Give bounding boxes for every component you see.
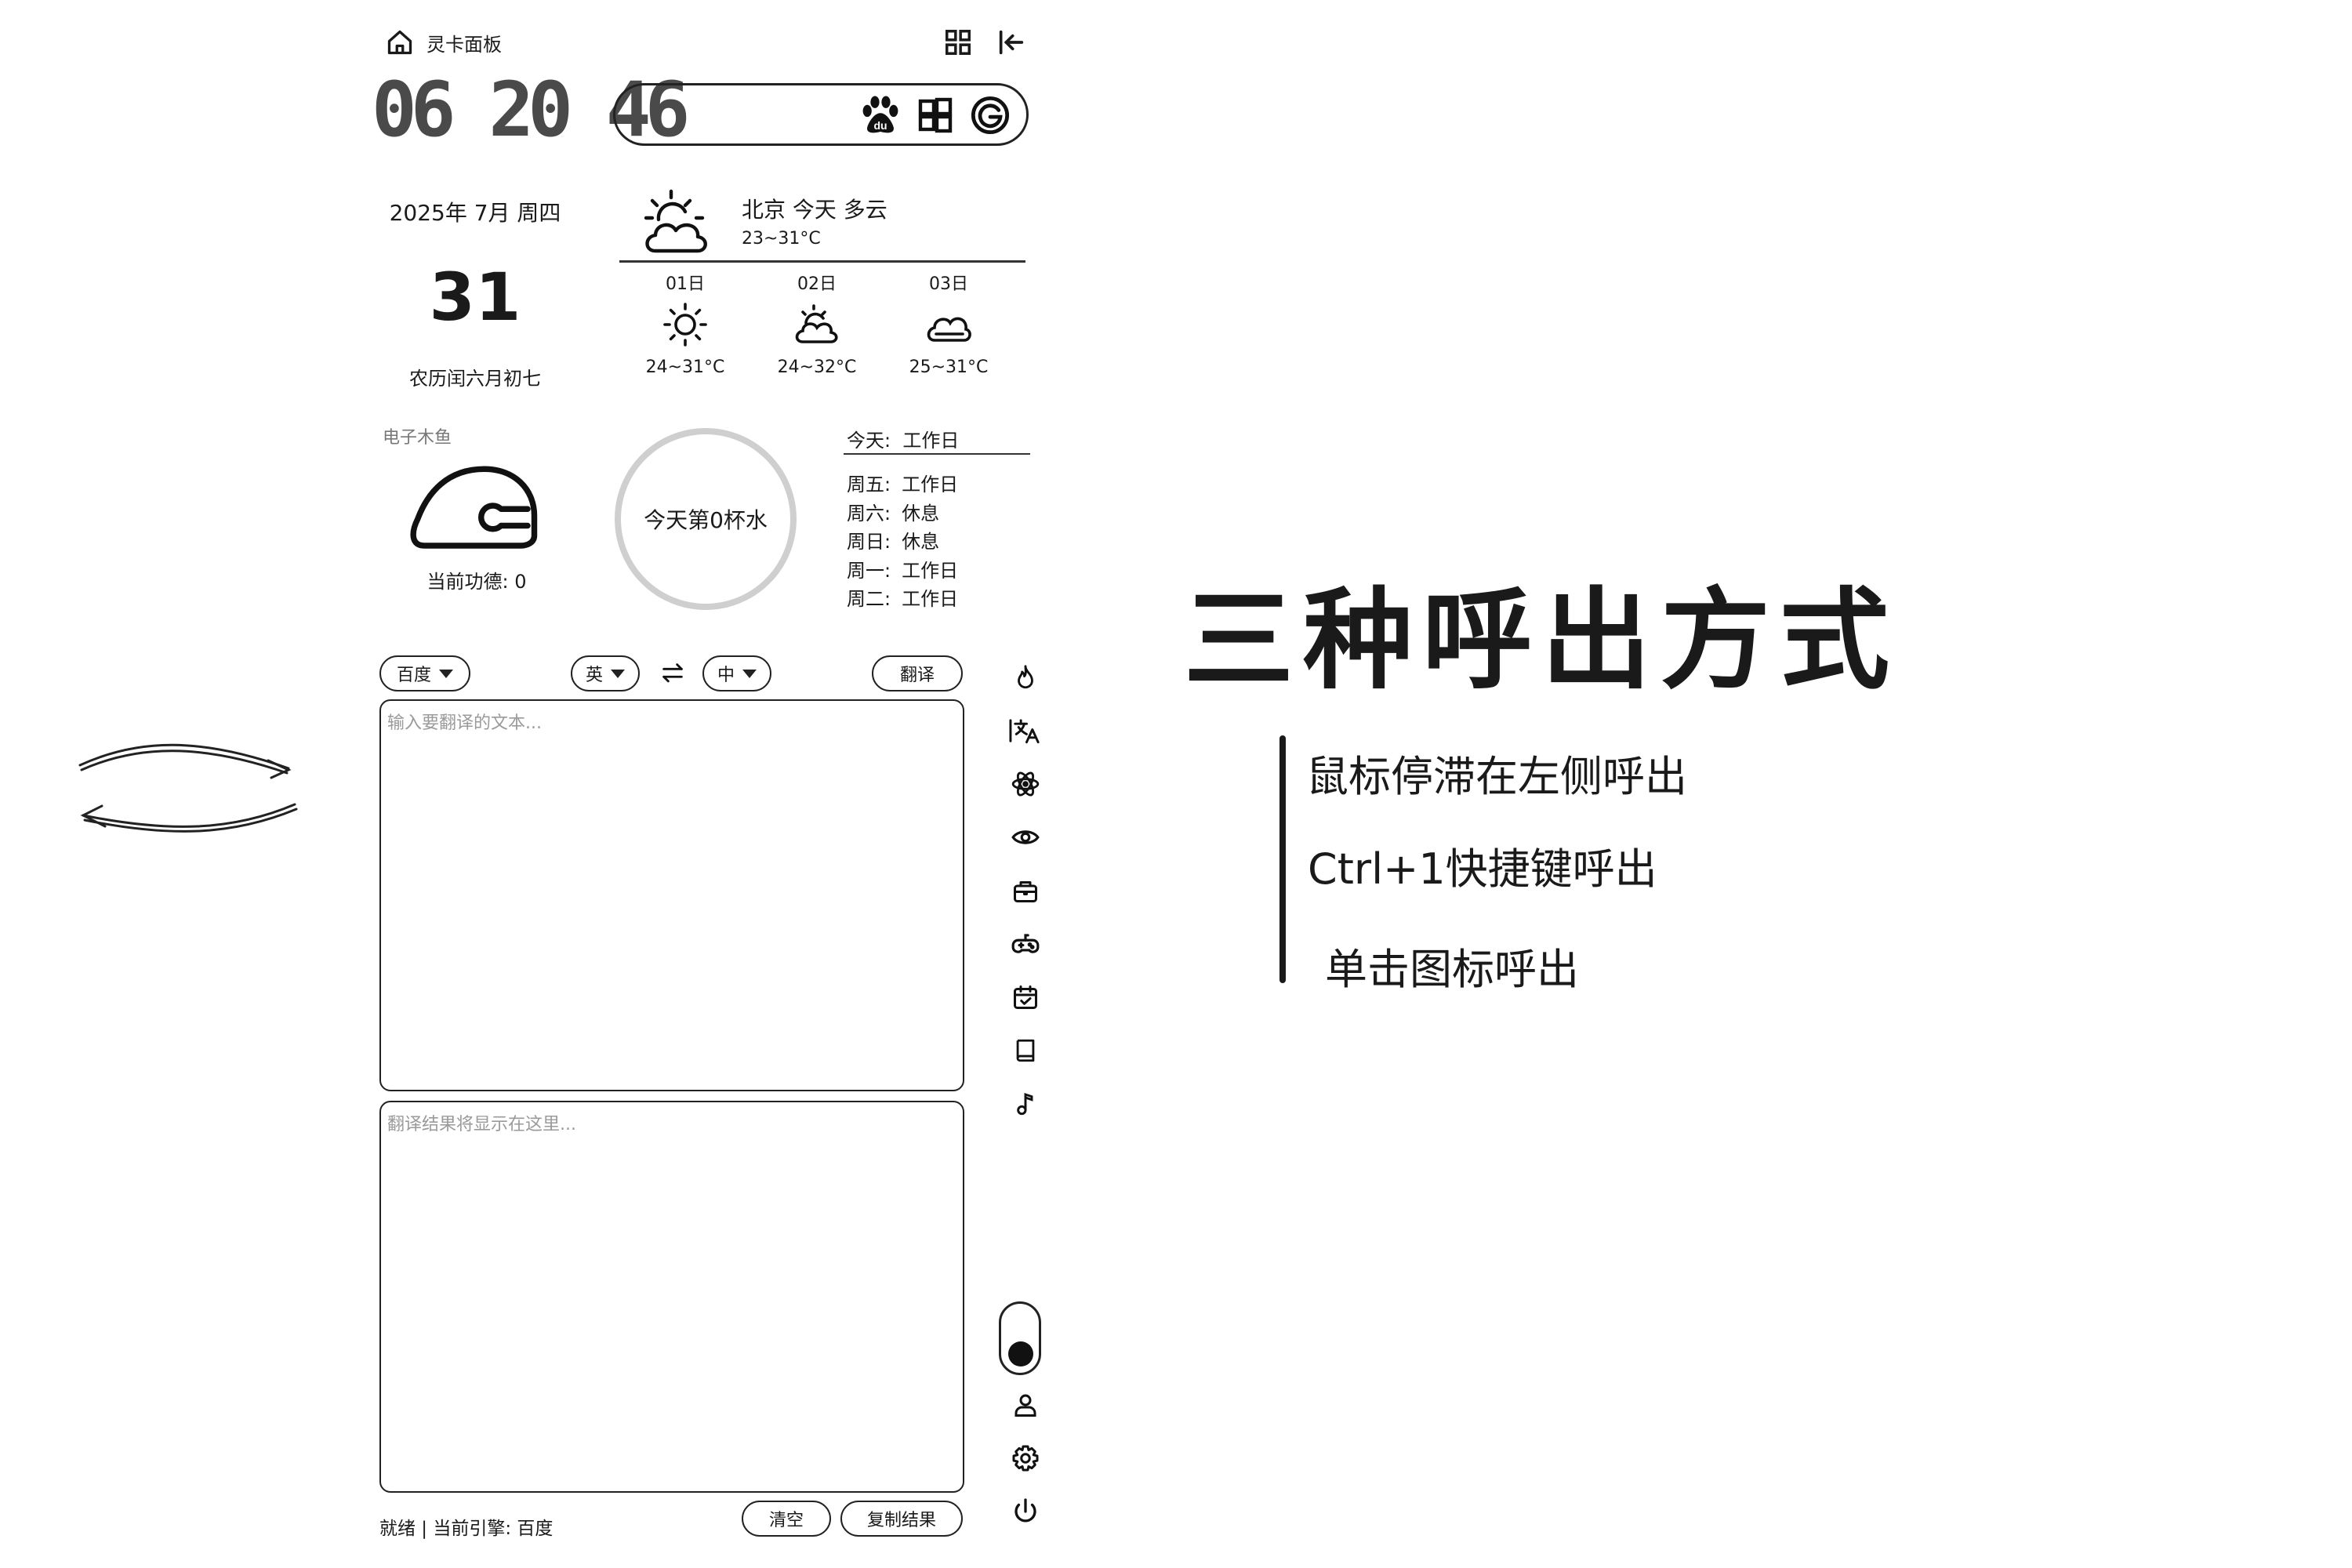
workday-status: 工作日 — [902, 474, 959, 495]
forecast-day: 01日 24~31°C — [638, 270, 732, 377]
translate-input[interactable]: 输入要翻译的文本... — [379, 699, 964, 1091]
annotation-item: 单击图标呼出 — [1325, 945, 1579, 994]
workday-list: 周五: 工作日 周六: 休息 周日: 休息 周一: 工作日 周二: 工作日 — [847, 470, 958, 614]
settings-icon[interactable] — [1004, 1436, 1047, 1480]
fire-icon[interactable] — [1004, 655, 1047, 699]
engine-select-label: 百度 — [396, 666, 431, 685]
app-title-row: 灵卡面板 — [383, 25, 502, 60]
translate-icon[interactable] — [1004, 709, 1047, 753]
day-of-month: 31 — [429, 259, 521, 336]
workday-status: 工作日 — [902, 559, 959, 582]
copy-result-button-label: 复制结果 — [866, 1511, 936, 1530]
engine-select[interactable]: 百度 — [379, 655, 470, 691]
calendar-check-icon[interactable] — [1004, 975, 1047, 1019]
date-line: 2025年 7月 周四 — [389, 200, 561, 226]
gamepad-icon[interactable] — [1004, 922, 1047, 966]
collapse-left-icon[interactable] — [994, 25, 1029, 60]
search-engine-list: du — [858, 93, 1012, 137]
water-counter-label: 今天第0杯水 — [644, 507, 768, 533]
power-icon[interactable] — [1004, 1490, 1047, 1534]
clear-button-label: 清空 — [768, 1511, 804, 1530]
forecast-date: 03日 — [929, 274, 968, 294]
double-arrow-icon — [75, 729, 310, 850]
wooden-fish-icon[interactable] — [408, 455, 541, 560]
today-workday: 今天: 工作日 — [847, 425, 959, 452]
sunny-icon — [638, 301, 732, 353]
target-language-label: 中 — [717, 666, 735, 685]
svg-text:du: du — [873, 119, 887, 132]
google-icon[interactable] — [968, 93, 1012, 137]
workday-day: 周六: — [847, 502, 891, 524]
annotation-title: 三种呼出方式 — [1184, 577, 1900, 705]
annotation-item: 鼠标停滞在左侧呼出 — [1306, 752, 1687, 801]
forecast-temp: 24~31°C — [645, 358, 725, 377]
workday-row: 周日: 休息 — [847, 528, 958, 557]
translate-button[interactable]: 翻译 — [872, 655, 963, 691]
workday-row: 周一: 工作日 — [847, 557, 958, 586]
workday-status: 休息 — [902, 531, 940, 553]
user-icon[interactable] — [1004, 1383, 1047, 1427]
forecast-date: 02日 — [797, 274, 837, 294]
home-icon[interactable] — [383, 25, 417, 60]
workday-row: 周五: 工作日 — [847, 470, 958, 499]
weather-city-line: 北京 今天 多云 — [742, 197, 887, 223]
chevron-down-icon — [439, 669, 453, 678]
forecast-day: 02日 24~32°C — [770, 270, 864, 377]
clear-button[interactable]: 清空 — [742, 1501, 831, 1537]
forecast-date: 01日 — [666, 274, 705, 294]
today-status: 工作日 — [902, 430, 960, 452]
search-input[interactable]: du — [613, 83, 1029, 146]
weather-divider — [619, 260, 1025, 263]
workday-day: 周二: — [847, 588, 891, 610]
lunar-date: 农历闰六月初七 — [409, 368, 541, 390]
swap-icon[interactable] — [655, 655, 690, 691]
muyu-label: 电子木鱼 — [383, 428, 452, 448]
annotation-item: Ctrl+1快捷键呼出 — [1308, 844, 1657, 894]
music-icon[interactable] — [1004, 1082, 1047, 1126]
toolbox-icon[interactable] — [1004, 869, 1047, 913]
copy-result-button[interactable]: 复制结果 — [840, 1501, 963, 1537]
workday-row: 周六: 休息 — [847, 499, 958, 528]
toggle-knob — [1008, 1341, 1033, 1367]
grid-icon[interactable] — [941, 25, 975, 60]
app-title: 灵卡面板 — [426, 33, 502, 56]
source-language-label: 英 — [585, 666, 603, 685]
dark-mode-toggle[interactable] — [999, 1301, 1041, 1375]
status-text: 就绪 | 当前引擎: 百度 — [379, 1519, 554, 1539]
annotation-bar — [1279, 735, 1286, 983]
today-label: 今天: — [847, 430, 891, 452]
forecast-temp: 24~32°C — [777, 358, 857, 377]
workday-day: 周一: — [847, 559, 891, 582]
windows-icon[interactable] — [913, 93, 957, 137]
workday-status: 休息 — [902, 502, 940, 524]
translate-output[interactable]: 翻译结果将显示在这里... — [379, 1101, 964, 1493]
workday-row: 周二: 工作日 — [847, 585, 958, 614]
workday-status: 工作日 — [902, 588, 959, 610]
partly-cloudy-icon — [770, 301, 864, 353]
forecast-temp: 25~31°C — [909, 358, 989, 377]
merit-counter: 当前功德: 0 — [426, 571, 527, 593]
target-language-select[interactable]: 中 — [702, 655, 771, 691]
workday-day: 周五: — [847, 474, 891, 495]
weather-range: 23~31°C — [742, 229, 821, 249]
chevron-down-icon — [611, 669, 625, 678]
forecast-day: 03日 25~31°C — [902, 270, 996, 377]
atom-icon[interactable] — [1004, 762, 1047, 806]
eye-icon[interactable] — [1004, 815, 1047, 859]
book-icon[interactable] — [1004, 1029, 1047, 1073]
baidu-icon[interactable]: du — [858, 93, 902, 137]
water-counter-button[interactable]: 今天第0杯水 — [615, 428, 797, 610]
cloudy-icon — [902, 301, 996, 353]
workday-day: 周日: — [847, 531, 891, 553]
partly-cloudy-icon — [640, 185, 718, 267]
workday-divider — [844, 453, 1030, 455]
source-language-select[interactable]: 英 — [571, 655, 640, 691]
translate-button-label: 翻译 — [899, 666, 935, 685]
chevron-down-icon — [742, 669, 757, 678]
